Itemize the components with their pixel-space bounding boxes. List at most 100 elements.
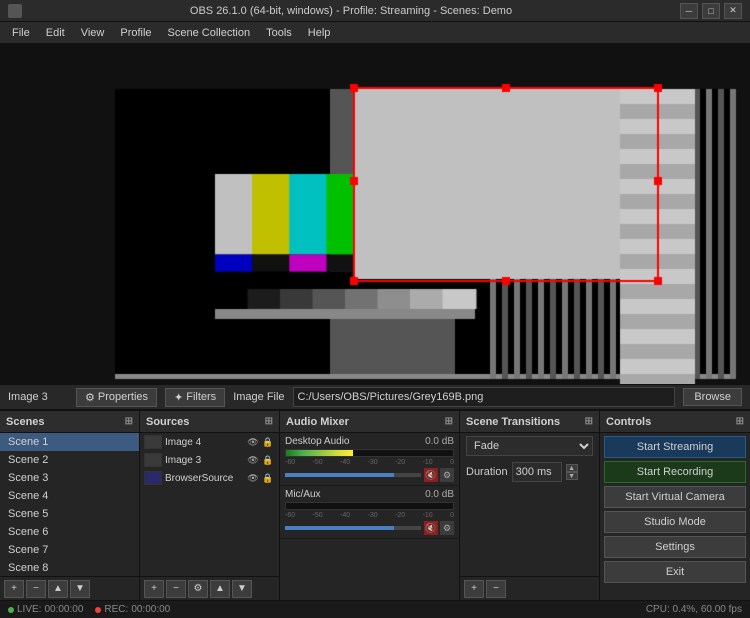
source-name: Image 3 xyxy=(165,455,243,466)
scene-list-item[interactable]: Scene 2 xyxy=(0,451,139,469)
live-label: LIVE: xyxy=(17,604,41,615)
studio-mode-button[interactable]: Studio Mode xyxy=(604,511,746,533)
sources-list-container: Image 4 👁 🔒 Image 3 👁 🔒 BrowserSource 👁 … xyxy=(140,433,279,576)
sources-list: Image 4 👁 🔒 Image 3 👁 🔒 BrowserSource 👁 … xyxy=(140,433,279,487)
image-path-input[interactable] xyxy=(293,387,676,407)
cpu-stats: CPU: 0.4%, 60.00 fps xyxy=(646,604,742,615)
mic-aux-marks: -60-50-40-30-20-100 xyxy=(285,512,454,519)
mic-aux-label: Mic/Aux xyxy=(285,489,321,500)
move-scene-down-button[interactable]: ▼ xyxy=(70,580,90,598)
minimize-button[interactable]: ─ xyxy=(680,3,698,19)
rec-time: 00:00:00 xyxy=(131,604,170,615)
add-scene-button[interactable]: + xyxy=(4,580,24,598)
start-virtual-camera-button[interactable]: Start Virtual Camera xyxy=(604,486,746,508)
source-list-item[interactable]: Image 3 👁 🔒 xyxy=(140,451,279,469)
mic-audio-settings-button[interactable]: ⚙ xyxy=(440,521,454,535)
desktop-audio-settings-button[interactable]: ⚙ xyxy=(440,468,454,482)
filters-button[interactable]: ✦ Filters xyxy=(165,388,225,407)
source-visibility-icon[interactable]: 👁 xyxy=(246,453,260,467)
maximize-button[interactable]: □ xyxy=(702,3,720,19)
start-streaming-button[interactable]: Start Streaming xyxy=(604,436,746,458)
menu-profile[interactable]: Profile xyxy=(112,25,159,41)
menu-scene-collection[interactable]: Scene Collection xyxy=(160,25,259,41)
mic-mute-button[interactable]: 🔇 xyxy=(424,521,438,535)
desktop-audio-db: 0.0 dB xyxy=(425,436,454,447)
panels-row: Scenes ⊞ Scene 1Scene 2Scene 3Scene 4Sce… xyxy=(0,410,750,600)
source-visibility-icon[interactable]: 👁 xyxy=(246,435,260,449)
duration-input[interactable] xyxy=(512,462,562,482)
source-lock-icon[interactable]: 🔒 xyxy=(261,471,275,485)
scene-list-item[interactable]: Scene 1 xyxy=(0,433,139,451)
scenes-panel-header: Scenes ⊞ xyxy=(0,411,139,433)
scene-list-item[interactable]: Scene 4 xyxy=(0,487,139,505)
source-settings-button[interactable]: ⚙ xyxy=(188,580,208,598)
source-lock-icon[interactable]: 🔒 xyxy=(261,453,275,467)
desktop-mute-button[interactable]: 🔇 xyxy=(424,468,438,482)
duration-increment-button[interactable]: ▲ xyxy=(566,464,578,472)
close-button[interactable]: ✕ xyxy=(724,3,742,19)
audio-expand-icon[interactable]: ⊞ xyxy=(445,416,453,427)
move-source-up-button[interactable]: ▲ xyxy=(210,580,230,598)
remove-transition-button[interactable]: − xyxy=(486,580,506,598)
scenes-panel: Scenes ⊞ Scene 1Scene 2Scene 3Scene 4Sce… xyxy=(0,411,140,600)
app-icon xyxy=(8,4,22,18)
move-source-down-button[interactable]: ▼ xyxy=(232,580,252,598)
sources-panel-header: Sources ⊞ xyxy=(140,411,279,433)
status-bar-bottom: LIVE: 00:00:00 REC: 00:00:00 CPU: 0.4%, … xyxy=(0,600,750,618)
scene-list-item[interactable]: Scene 6 xyxy=(0,523,139,541)
browse-button[interactable]: Browse xyxy=(683,388,742,406)
mic-aux-track: Mic/Aux 0.0 dB -60-50-40-30-20-100 🔇 ⚙ xyxy=(280,486,459,539)
scenes-title: Scenes xyxy=(6,416,45,428)
sources-expand-icon[interactable]: ⊞ xyxy=(265,416,273,427)
window-controls[interactable]: ─ □ ✕ xyxy=(680,3,742,19)
duration-decrement-button[interactable]: ▼ xyxy=(566,472,578,480)
desktop-audio-controls: 🔇 ⚙ xyxy=(424,468,454,482)
desktop-audio-slider[interactable] xyxy=(285,473,421,477)
menu-edit[interactable]: Edit xyxy=(38,25,73,41)
sources-toolbar: + − ⚙ ▲ ▼ xyxy=(140,576,279,600)
menu-tools[interactable]: Tools xyxy=(258,25,300,41)
source-list-item[interactable]: BrowserSource 👁 🔒 xyxy=(140,469,279,487)
settings-button[interactable]: Settings xyxy=(604,536,746,558)
transition-select-row: Fade Cut Swipe Slide Stinger Luma Wipe xyxy=(460,433,599,459)
scene-list-item[interactable]: Scene 7 xyxy=(0,541,139,559)
add-source-button[interactable]: + xyxy=(144,580,164,598)
toolbar-bottom: Image 3 ⚙ Properties ✦ Filters Image Fil… xyxy=(0,384,750,410)
menu-file[interactable]: File xyxy=(4,25,38,41)
desktop-audio-meter xyxy=(285,449,454,457)
controls-panel-header: Controls ⊞ xyxy=(600,411,750,433)
duration-spinner: ▲ ▼ xyxy=(566,464,578,480)
mic-aux-slider[interactable] xyxy=(285,526,421,530)
audio-tracks-container: Desktop Audio 0.0 dB -60-50-40-30-20-100… xyxy=(280,433,459,600)
controls-expand-icon[interactable]: ⊞ xyxy=(736,416,744,427)
source-visibility-icon[interactable]: 👁 xyxy=(246,471,260,485)
remove-source-button[interactable]: − xyxy=(166,580,186,598)
transitions-panel: Scene Transitions ⊞ Fade Cut Swipe Slide… xyxy=(460,411,600,600)
menu-help[interactable]: Help xyxy=(300,25,339,41)
source-list-item[interactable]: Image 4 👁 🔒 xyxy=(140,433,279,451)
scene-list-item[interactable]: Scene 3 xyxy=(0,469,139,487)
live-time: 00:00:00 xyxy=(44,604,83,615)
scene-list-item[interactable]: Scene 8 xyxy=(0,559,139,576)
menu-view[interactable]: View xyxy=(73,25,113,41)
rec-label: REC: xyxy=(104,604,128,615)
mic-aux-slider-row: 🔇 ⚙ xyxy=(285,521,454,535)
add-transition-button[interactable]: + xyxy=(464,580,484,598)
source-name: BrowserSource xyxy=(165,473,243,484)
audio-panel-header: Audio Mixer ⊞ xyxy=(280,411,459,433)
controls-content: Start Streaming Start Recording Start Vi… xyxy=(600,433,750,600)
move-scene-up-button[interactable]: ▲ xyxy=(48,580,68,598)
transition-select[interactable]: Fade Cut Swipe Slide Stinger Luma Wipe xyxy=(466,436,593,456)
live-status-dot xyxy=(8,607,14,613)
transitions-expand-icon[interactable]: ⊞ xyxy=(585,416,593,427)
scene-list-item[interactable]: Scene 5 xyxy=(0,505,139,523)
remove-scene-button[interactable]: − xyxy=(26,580,46,598)
start-recording-button[interactable]: Start Recording xyxy=(604,461,746,483)
source-lock-icon[interactable]: 🔒 xyxy=(261,435,275,449)
properties-button[interactable]: ⚙ Properties xyxy=(76,388,157,407)
duration-label: Duration xyxy=(466,466,508,478)
source-thumbnail xyxy=(144,453,162,467)
exit-button[interactable]: Exit xyxy=(604,561,746,583)
scenes-expand-icon[interactable]: ⊞ xyxy=(125,416,133,427)
transitions-toolbar: + − xyxy=(460,576,599,600)
